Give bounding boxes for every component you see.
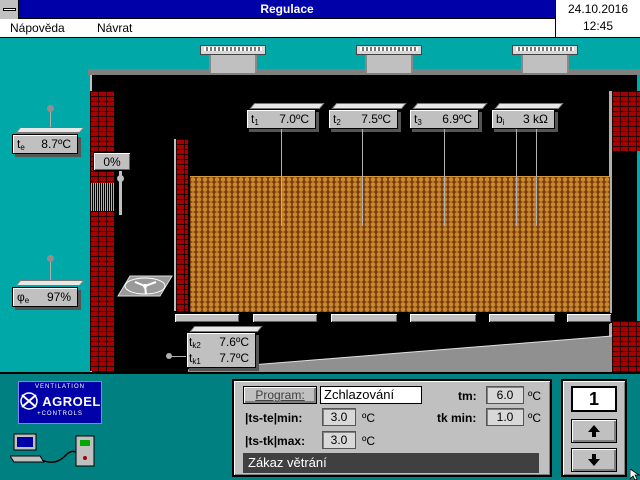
diff-max-unit: ºC [362, 434, 376, 448]
right-wall-upper [612, 91, 640, 151]
flap-opening-indicator: 0% [93, 152, 131, 171]
duct-grate-4 [409, 313, 477, 323]
outside-humidity-display: φe 97% [12, 287, 78, 307]
step-counter: 1 [571, 386, 617, 412]
sensor-bi-probe-2 [536, 129, 537, 226]
sensor-bi: bi 3 kΩ [491, 109, 555, 129]
sensor-t3-probe [444, 129, 445, 226]
diff-min-unit: ºC [362, 411, 376, 425]
clock-time: 12:45 [582, 19, 614, 33]
partition-wall [174, 139, 188, 311]
duct-grate-1 [174, 313, 240, 323]
sensor-t1: t1 7.0ºC [246, 109, 316, 129]
sensor-t1-probe [281, 129, 282, 226]
arrow-up-icon [588, 425, 600, 437]
outside-temp-value: 8.7ºC [41, 137, 71, 151]
storage-scene: 0% te 8.7ºC φe 97% t1 7.0ºC t2 7.5ºC t3 … [0, 38, 640, 372]
tm-label: tm: [458, 389, 477, 403]
tk-min-label: tk min: [437, 411, 477, 425]
outside-humidity-value: 97% [46, 290, 71, 304]
roof-vent-1 [200, 45, 266, 73]
title-bar: Regulace [0, 0, 555, 19]
clock-date: 24.10.2016 [567, 2, 629, 16]
sensor-t3-value: 6.9ºC [442, 112, 472, 126]
diff-min-input[interactable]: 3.0 [322, 408, 356, 426]
right-wall-lower [612, 321, 640, 372]
connection-icon[interactable] [9, 430, 100, 470]
step-control: 1 [561, 379, 627, 477]
menu-bar: Nápověda Návrat [0, 19, 555, 38]
sensor-t2-probe [362, 129, 363, 226]
left-wall-lower [90, 211, 114, 371]
fan[interactable] [116, 274, 174, 298]
channel-temp-k1-value: 7.7ºC [219, 351, 249, 365]
outside-temp-probe-tip [47, 105, 54, 112]
tm-unit: ºC [528, 389, 542, 403]
step-up-button[interactable] [571, 419, 617, 443]
flap-pivot [117, 175, 124, 182]
channel-probe [170, 356, 186, 357]
channel-temps-display: tk2 7.6ºC tk1 7.7ºC [186, 332, 256, 368]
sensor-t2-value: 7.5ºC [361, 112, 391, 126]
menu-item-back[interactable]: Návrat [97, 21, 132, 35]
duct-grate-3 [330, 313, 398, 323]
tk-min-input[interactable]: 1.0 [486, 408, 524, 426]
status-message: Zákaz větrání [243, 453, 539, 473]
mouse-cursor-icon [630, 469, 640, 480]
grain-pile [190, 176, 610, 312]
step-down-button[interactable] [571, 448, 617, 472]
clock: 24.10.2016 12:45 [555, 0, 640, 38]
fan-logo-icon [20, 392, 38, 410]
roof-vent-3 [512, 45, 578, 73]
window-title: Regulace [260, 2, 314, 16]
diff-max-label: |ts-tk|max: [245, 434, 306, 448]
program-button[interactable]: Program: [243, 386, 317, 404]
tm-input[interactable]: 6.0 [486, 386, 524, 404]
diff-min-label: |ts-te|min: [245, 411, 303, 425]
duct-grate-6 [566, 313, 612, 323]
program-value-field[interactable]: Zchlazování [320, 386, 422, 404]
sensor-bi-value: 3 kΩ [523, 112, 548, 126]
control-panel: Program: Zchlazování |ts-te|min: 3.0 ºC … [232, 379, 552, 477]
tk-min-unit: ºC [528, 411, 542, 425]
sensor-bi-probe-1 [516, 129, 517, 226]
menu-item-help[interactable]: Nápověda [10, 21, 65, 35]
air-inlet [90, 183, 114, 211]
roof-vent-2 [356, 45, 422, 73]
channel-probe-tip [166, 353, 172, 359]
agroel-logo: VENTILATION AGROEL +CONTROLS [18, 381, 102, 424]
duct-grate-5 [488, 313, 556, 323]
sensor-t3: t3 6.9ºC [409, 109, 479, 129]
sensor-t2: t2 7.5ºC [328, 109, 398, 129]
diff-max-input[interactable]: 3.0 [322, 431, 356, 449]
duct-grate-2 [252, 313, 318, 323]
outside-temp-display: te 8.7ºC [12, 134, 78, 154]
sensor-t1-value: 7.0ºC [279, 112, 309, 126]
outside-humidity-probe-tip [47, 255, 54, 262]
system-menu-button[interactable] [0, 0, 19, 19]
channel-temp-k2-value: 7.6ºC [219, 335, 249, 349]
arrow-down-icon [588, 454, 600, 466]
